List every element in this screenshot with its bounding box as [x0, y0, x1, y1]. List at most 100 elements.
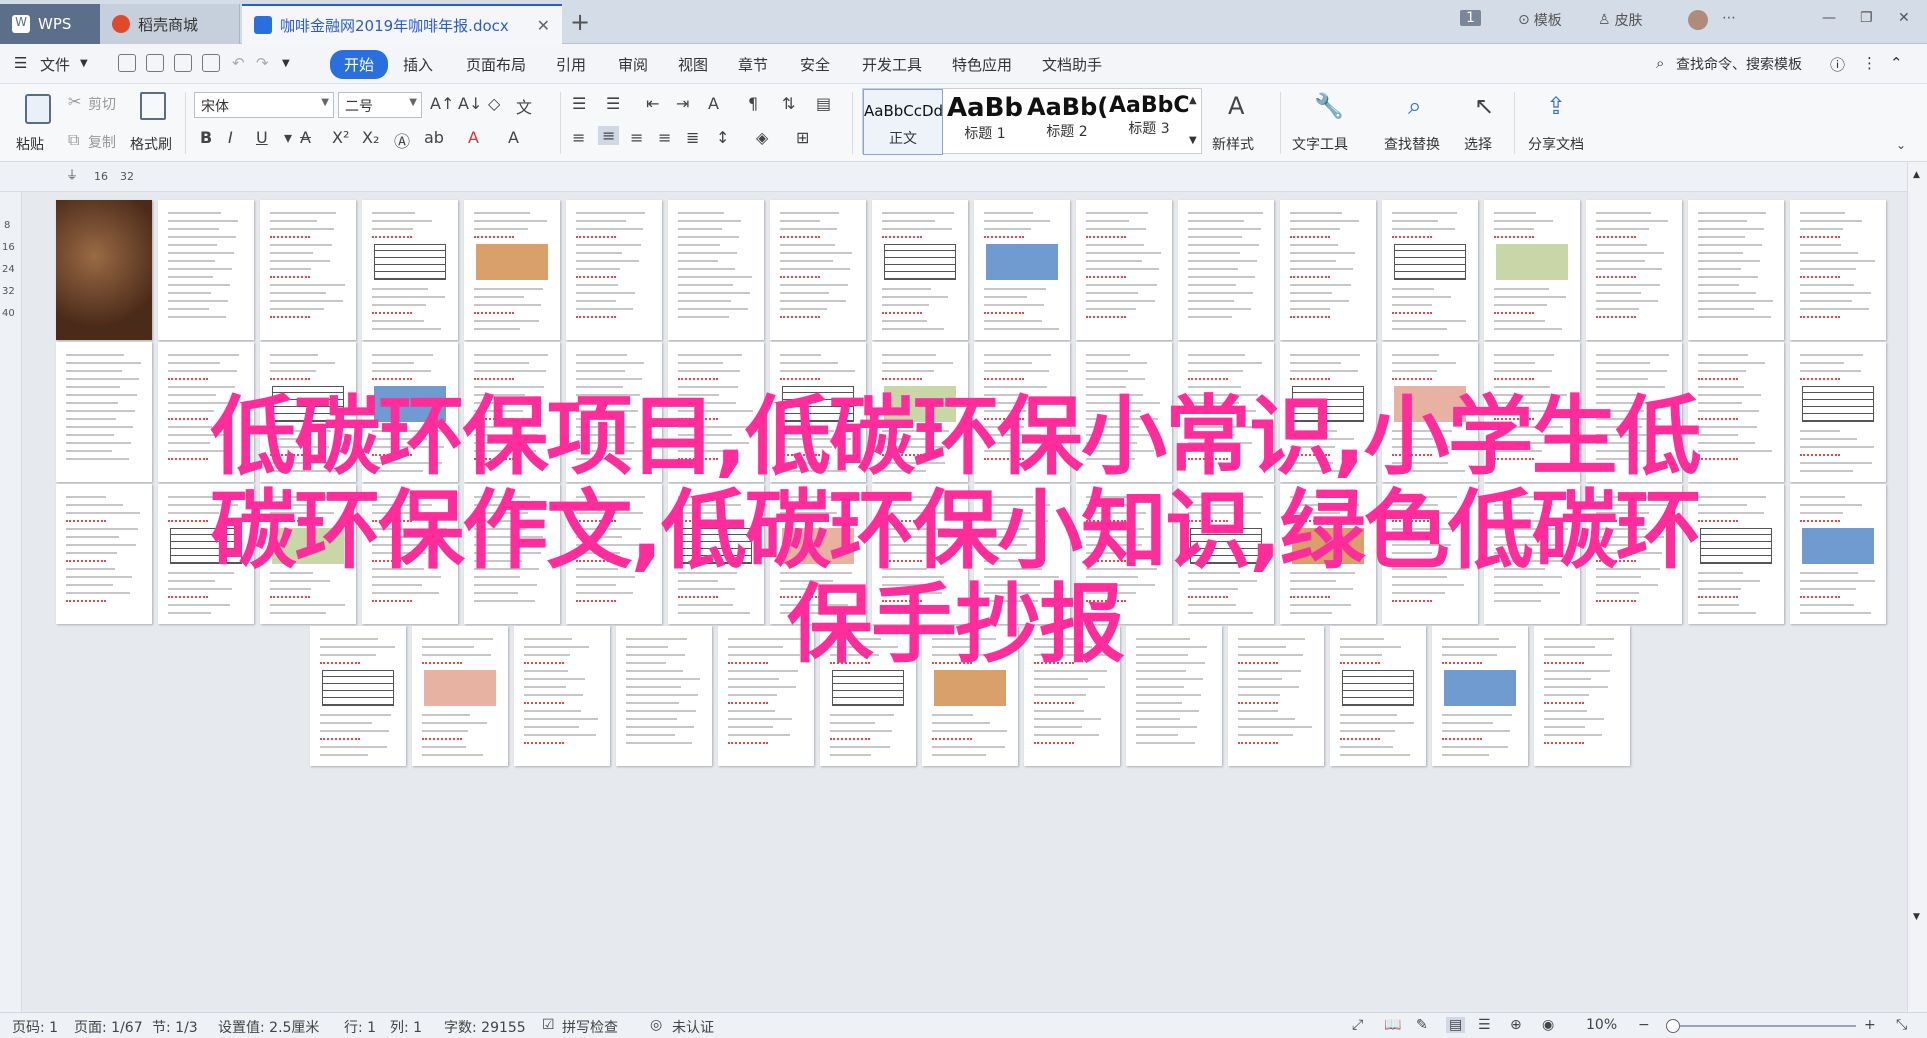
underline-icon[interactable]: U: [256, 128, 268, 147]
undo-icon[interactable]: ↶: [232, 54, 245, 72]
share-doc-button[interactable]: 分享文档: [1528, 134, 1584, 154]
italic-icon[interactable]: I: [228, 128, 233, 147]
find-replace-icon[interactable]: ⌕: [1408, 92, 1421, 120]
print-icon[interactable]: [174, 54, 192, 72]
page-thumbnail[interactable]: [1280, 484, 1376, 624]
page-thumbnail[interactable]: [668, 342, 764, 482]
sort-icon[interactable]: ⇅: [782, 94, 795, 113]
page-thumbnail[interactable]: [158, 484, 254, 624]
grow-font-icon[interactable]: A↑: [430, 94, 454, 113]
page-thumbnail[interactable]: [872, 342, 968, 482]
page-thumbnail[interactable]: [974, 342, 1070, 482]
close-tab-icon[interactable]: ✕: [537, 16, 550, 35]
status-section[interactable]: 节: 1/3: [152, 1017, 198, 1037]
menu-page-layout[interactable]: 页面布局: [466, 54, 526, 75]
page-thumbnail[interactable]: [1484, 200, 1580, 340]
outline-view-icon[interactable]: ☰: [1478, 1017, 1491, 1033]
page-thumbnail[interactable]: [1280, 342, 1376, 482]
page-thumbnail[interactable]: [56, 342, 152, 482]
page-thumbnail[interactable]: [158, 200, 254, 340]
zoom-slider[interactable]: [1666, 1019, 1856, 1033]
certification-icon[interactable]: ◎: [650, 1017, 662, 1033]
collapse-ribbon-icon[interactable]: ⌃: [1890, 54, 1903, 72]
new-tab-icon[interactable]: +: [570, 8, 590, 36]
reading-view-icon[interactable]: 📖: [1384, 1017, 1401, 1033]
page-thumbnail[interactable]: [1178, 484, 1274, 624]
style-heading-3[interactable]: AaBbC 标题 3: [1109, 89, 1189, 155]
command-search[interactable]: 查找命令、搜索模板: [1676, 54, 1802, 74]
share-icon[interactable]: ⇪: [1546, 92, 1566, 120]
cut-icon[interactable]: ✂: [68, 92, 81, 111]
bullets-icon[interactable]: ☰: [572, 94, 586, 113]
page-thumbnail[interactable]: [1126, 626, 1222, 766]
page-thumbnail[interactable]: [770, 200, 866, 340]
vertical-ruler[interactable]: 8 16 24 32 40: [0, 192, 22, 1012]
clear-format-icon[interactable]: ◇: [488, 94, 500, 113]
tab-store[interactable]: 稻壳商城: [100, 4, 240, 44]
page-thumbnail[interactable]: [1586, 200, 1682, 340]
page-thumbnail[interactable]: [1688, 342, 1784, 482]
page-thumbnail[interactable]: [668, 200, 764, 340]
quick-access-more-icon[interactable]: ▼: [282, 58, 290, 69]
page-thumbnail[interactable]: [1790, 200, 1886, 340]
page-thumbnail[interactable]: [1790, 484, 1886, 624]
page-thumbnail[interactable]: [56, 484, 152, 624]
window-badge[interactable]: 1: [1460, 10, 1481, 26]
align-left-icon[interactable]: ≡: [572, 128, 585, 147]
line-spacing-icon[interactable]: ↕: [716, 128, 729, 147]
find-replace-button[interactable]: 查找替换: [1384, 134, 1440, 154]
page-thumbnail[interactable]: [820, 626, 916, 766]
status-pages[interactable]: 页面: 1/67: [74, 1017, 143, 1037]
avatar[interactable]: [1688, 10, 1708, 30]
zoom-in-icon[interactable]: +: [1864, 1017, 1876, 1033]
search-icon[interactable]: ⌕: [1656, 54, 1664, 72]
numbering-icon[interactable]: ☰: [606, 94, 620, 113]
shading-icon[interactable]: ◈: [756, 128, 768, 147]
more-options-icon[interactable]: ⋯: [1722, 10, 1736, 26]
chevron-down-icon[interactable]: ▼: [80, 58, 88, 69]
menu-developer[interactable]: 开发工具: [862, 54, 922, 75]
template-button[interactable]: ⊙ 模板: [1518, 10, 1562, 30]
underline-options-icon[interactable]: ▾: [284, 128, 292, 147]
page-thumbnail[interactable]: [362, 200, 458, 340]
status-row[interactable]: 行: 1: [344, 1017, 376, 1037]
page-thumbnail[interactable]: [1688, 200, 1784, 340]
page-thumbnail[interactable]: [1228, 626, 1324, 766]
zoom-slider-thumb[interactable]: [1666, 1019, 1680, 1033]
close-window-icon[interactable]: ✕: [1898, 10, 1910, 26]
page-thumbnail[interactable]: [412, 626, 508, 766]
page-thumbnail[interactable]: [1076, 484, 1172, 624]
select-button[interactable]: 选择: [1464, 134, 1492, 154]
page-thumbnail[interactable]: [514, 626, 610, 766]
text-tools-button[interactable]: 文字工具: [1292, 134, 1348, 154]
redo-icon[interactable]: ↷: [256, 54, 269, 72]
new-style-icon[interactable]: A: [1228, 92, 1244, 120]
zoom-level[interactable]: 10%: [1586, 1017, 1617, 1033]
menu-references[interactable]: 引用: [556, 54, 586, 75]
style-heading-2[interactable]: AaBb( 标题 2: [1027, 89, 1107, 155]
page-thumbnail[interactable]: [260, 342, 356, 482]
page-thumbnail[interactable]: [1178, 342, 1274, 482]
page-thumbnail[interactable]: [566, 484, 662, 624]
page-thumbnail[interactable]: [1484, 342, 1580, 482]
page-thumbnail[interactable]: [1688, 484, 1784, 624]
page-thumbnail[interactable]: [310, 626, 406, 766]
fullscreen-icon[interactable]: ⤢: [1352, 1017, 1363, 1033]
scroll-up-icon[interactable]: ▲: [1913, 170, 1920, 180]
copy-icon[interactable]: ⧉: [68, 130, 79, 150]
page-thumbnail[interactable]: [1280, 200, 1376, 340]
page-thumbnail[interactable]: [56, 200, 152, 340]
page-thumbnail[interactable]: [718, 626, 814, 766]
strikethrough-icon[interactable]: A: [300, 128, 311, 147]
subscript-icon[interactable]: X₂: [362, 128, 379, 147]
justify-icon[interactable]: ≡: [658, 128, 671, 147]
page-thumbnail[interactable]: [566, 342, 662, 482]
page-thumbnail[interactable]: [464, 200, 560, 340]
tab-wps[interactable]: W WPS: [0, 4, 100, 44]
status-setting[interactable]: 设置值: 2.5厘米: [218, 1017, 319, 1037]
page-thumbnail[interactable]: [1432, 626, 1528, 766]
cut-button[interactable]: 剪切: [88, 94, 116, 114]
page-thumbnail[interactable]: [566, 200, 662, 340]
font-name-select[interactable]: 宋体 ▼: [194, 92, 334, 118]
minimize-icon[interactable]: —: [1822, 10, 1836, 26]
